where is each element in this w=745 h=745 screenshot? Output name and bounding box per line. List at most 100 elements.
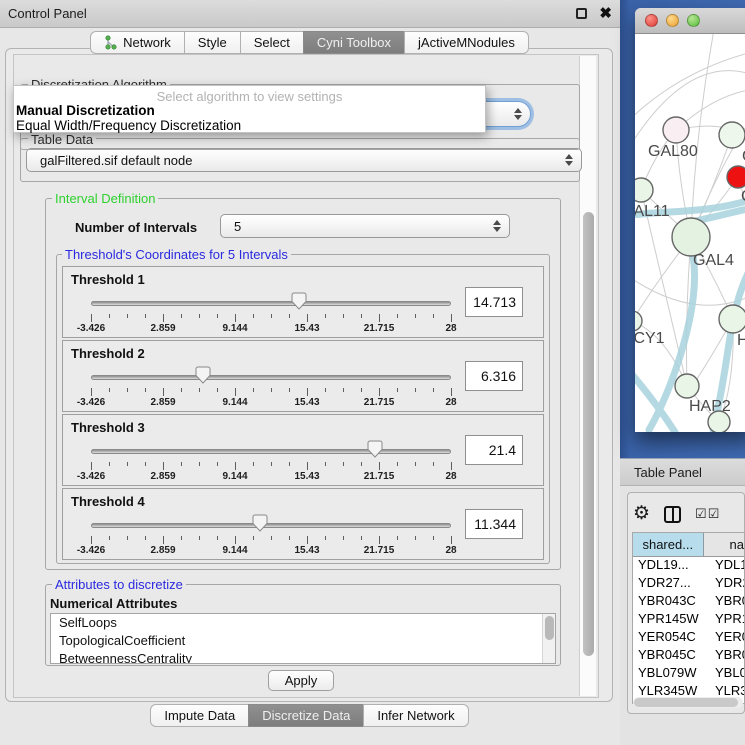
network-node-H[interactable] (719, 305, 745, 333)
tick-major (307, 462, 308, 470)
slider-thumb-icon (367, 440, 383, 458)
tick-minor (361, 314, 362, 318)
slider-thumb[interactable] (367, 440, 383, 463)
tick-major (451, 314, 452, 322)
control-panel-tabs: NetworkStyleSelectCyni ToolboxjActiveMNo… (0, 31, 620, 54)
table-row[interactable]: YBR045CYBR0 (633, 647, 744, 665)
cell-name[interactable]: YBR0 (711, 593, 744, 611)
tab-discretize-data[interactable]: Discretize Data (248, 704, 364, 727)
cell-shared-name[interactable]: YBR045C (633, 647, 711, 665)
network-canvas[interactable]: GAL80GCGAL11GAL4GCY1HHAP2 (635, 34, 745, 432)
network-node-GAL4[interactable] (672, 218, 710, 256)
attribute-item[interactable]: SelfLoops (51, 614, 555, 632)
table-row[interactable]: YDR27...YDR2 (633, 575, 744, 593)
tick-label: 28 (445, 323, 456, 334)
tick-minor (199, 462, 200, 466)
scrollbar-thumb[interactable] (583, 212, 594, 656)
scrollbar-thumb[interactable] (634, 698, 738, 707)
tab-jactivemnodules[interactable]: jActiveMNodules (404, 31, 529, 54)
table-header-row: shared... na (633, 533, 744, 557)
tab-label: Impute Data (164, 708, 235, 723)
cell-shared-name[interactable]: YBL079W (633, 665, 711, 683)
tab-select[interactable]: Select (240, 31, 304, 54)
algorithm-option-equal-width[interactable]: Equal Width/Frequency Discretization (16, 118, 241, 133)
table-horizontal-scrollbar[interactable] (633, 697, 743, 708)
cell-shared-name[interactable]: YPR145W (633, 611, 711, 629)
close-icon[interactable]: ✖ (599, 8, 612, 19)
cell-name[interactable]: YER0 (711, 629, 744, 647)
zoom-traffic-light-icon[interactable] (687, 14, 700, 27)
tick-minor (217, 388, 218, 392)
cell-shared-name[interactable]: YDR27... (633, 575, 711, 593)
network-node-GAL80[interactable] (663, 117, 689, 143)
cell-name[interactable]: YBR0 (711, 647, 744, 665)
slider-track[interactable] (91, 523, 451, 528)
tab-impute-data[interactable]: Impute Data (150, 704, 249, 727)
tick-major (235, 536, 236, 544)
slider-track[interactable] (91, 375, 451, 380)
tab-infer-network[interactable]: Infer Network (363, 704, 468, 727)
slider-track[interactable] (91, 301, 451, 306)
tab-network[interactable]: Network (90, 31, 185, 54)
network-node-C[interactable] (727, 166, 745, 188)
cell-name[interactable]: YBL0 (711, 665, 744, 683)
apply-button[interactable]: Apply (268, 670, 334, 691)
slider-thumb[interactable] (195, 366, 211, 389)
cell-shared-name[interactable]: YBR043C (633, 593, 711, 611)
network-window: GAL80GCGAL11GAL4GCY1HHAP2 (635, 8, 745, 432)
minimize-traffic-light-icon[interactable] (666, 14, 679, 27)
tab-cyni-toolbox[interactable]: Cyni Toolbox (303, 31, 405, 54)
network-node-GCY1[interactable] (635, 311, 642, 331)
slider-track[interactable] (91, 449, 451, 454)
num-intervals-combobox[interactable]: 5 (220, 214, 510, 238)
table-row[interactable]: YDL19...YDL1 (633, 557, 744, 575)
column-header-name[interactable]: na (704, 533, 744, 556)
gear-icon[interactable]: ⚙ (633, 504, 650, 524)
network-node-GAL11[interactable] (635, 178, 653, 202)
column-header-shared-name[interactable]: shared... (633, 533, 704, 556)
cell-name[interactable]: YDL1 (711, 557, 744, 575)
table-row[interactable]: YBR043CYBR0 (633, 593, 744, 611)
tick-minor (109, 388, 110, 392)
table-row[interactable]: YER054CYER0 (633, 629, 744, 647)
tick-label: 21.715 (364, 323, 395, 334)
cell-name[interactable]: YDR2 (711, 575, 744, 593)
scrollbar-thumb[interactable] (545, 616, 554, 640)
network-node-unlabeled[interactable] (708, 411, 730, 432)
attributes-group-title: Attributes to discretize (52, 577, 186, 592)
tick-minor (145, 314, 146, 318)
algorithm-option-manual[interactable]: Manual Discretization (16, 103, 155, 118)
threshold-value-field[interactable]: 6.316 (465, 361, 523, 391)
cell-name[interactable]: YPR1 (711, 611, 744, 629)
checkbox-columns-icon[interactable]: ☑☑ (695, 506, 720, 522)
tick-label: 2.859 (150, 323, 175, 334)
node-label: H (737, 332, 745, 349)
tab-style[interactable]: Style (184, 31, 241, 54)
attribute-item[interactable]: TopologicalCoefficient (51, 632, 555, 650)
close-traffic-light-icon[interactable] (645, 14, 658, 27)
tick-label: 15.43 (294, 323, 319, 334)
tick-label: 28 (445, 545, 456, 556)
threshold-value-field[interactable]: 11.344 (465, 509, 523, 539)
cell-shared-name[interactable]: YDL19... (633, 557, 711, 575)
tab-label: Infer Network (377, 708, 454, 723)
list-scrollbar[interactable] (542, 614, 555, 663)
tick-minor (145, 462, 146, 466)
attribute-item[interactable]: BetweennessCentrality (51, 650, 555, 664)
threshold-value-field[interactable]: 14.713 (465, 287, 523, 317)
numerical-attributes-list[interactable]: SelfLoopsTopologicalCoefficientBetweenne… (50, 613, 556, 664)
slider-thumb[interactable] (291, 292, 307, 315)
threshold-value-field[interactable]: 21.4 (465, 435, 523, 465)
tick-minor (433, 536, 434, 540)
column-selector-icon[interactable] (664, 506, 681, 523)
table-data-combobox[interactable]: galFiltered.sif default node (26, 148, 582, 172)
slider-thumb[interactable] (252, 514, 268, 537)
table-row[interactable]: YBL079WYBL0 (633, 665, 744, 683)
network-node-HAP2[interactable] (675, 374, 699, 398)
table-row[interactable]: YPR145WYPR1 (633, 611, 744, 629)
float-window-icon[interactable] (576, 8, 587, 19)
tick-minor (397, 314, 398, 318)
network-node-G[interactable] (719, 122, 745, 148)
tick-major (235, 314, 236, 322)
cell-shared-name[interactable]: YER054C (633, 629, 711, 647)
